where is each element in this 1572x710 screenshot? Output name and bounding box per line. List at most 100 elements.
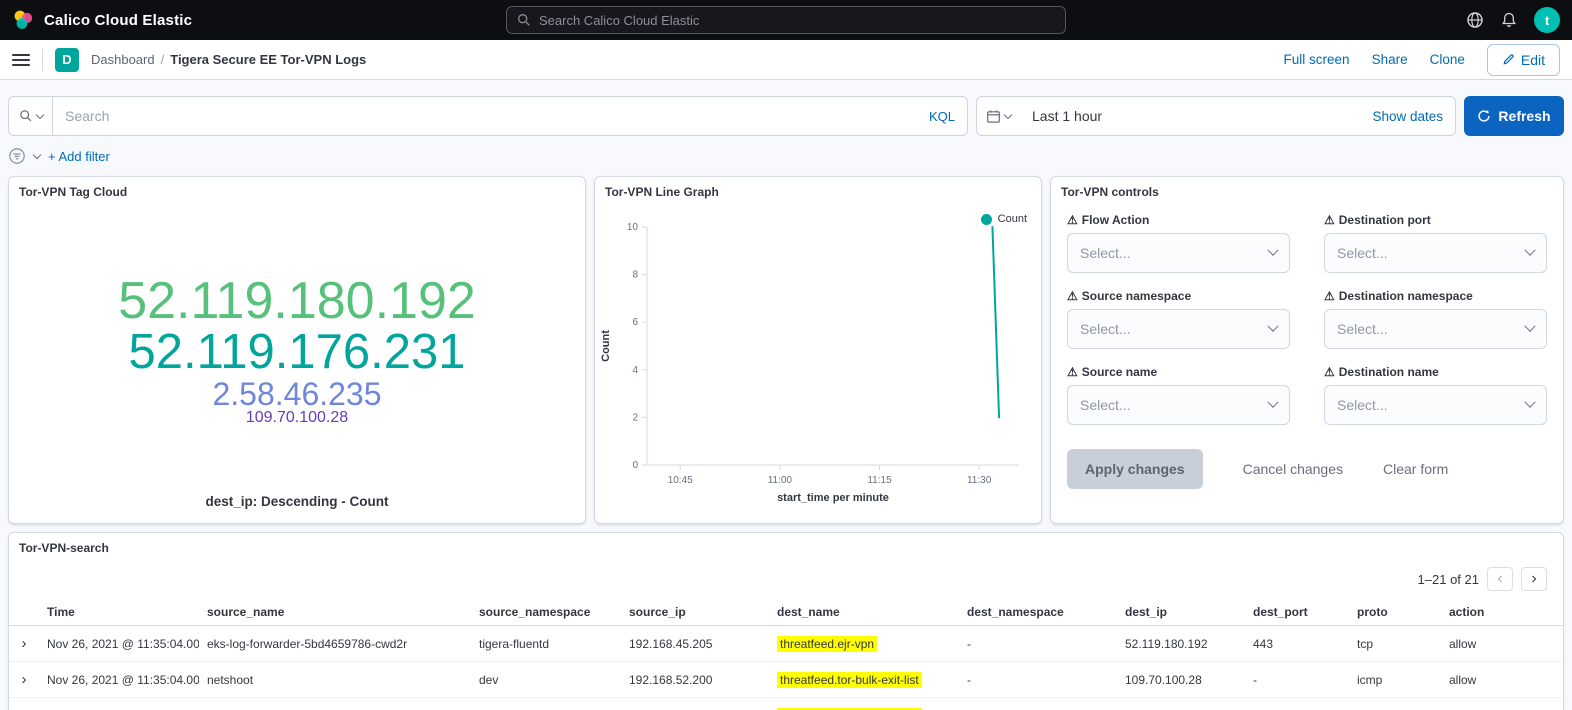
column-header-proto[interactable]: proto [1349, 599, 1441, 626]
select-placeholder: Select... [1337, 397, 1388, 413]
filter-icon[interactable] [8, 147, 26, 165]
page-title: Tigera Secure EE Tor-VPN Logs [170, 52, 366, 67]
cell-proto: icmp [1349, 698, 1441, 710]
filter-bar: + Add filter [8, 146, 1564, 166]
destination-namespace-select[interactable]: Select... [1324, 309, 1547, 349]
destination-name-select[interactable]: Select... [1324, 385, 1547, 425]
menu-icon[interactable] [12, 54, 30, 66]
source-name-select[interactable]: Select... [1067, 385, 1290, 425]
full-screen-button[interactable]: Full screen [1284, 52, 1350, 67]
edit-button[interactable]: Edit [1487, 44, 1560, 76]
dashboard-badge[interactable]: D [55, 48, 79, 72]
table-header-row: Timesource_namesource_namespacesource_ip… [9, 599, 1563, 626]
tag-cloud-term[interactable]: 52.119.176.231 [129, 328, 466, 378]
select-placeholder: Select... [1080, 245, 1131, 261]
cell-dest_name: threatfeed.tor-bulk-exit-list [769, 698, 959, 710]
chevron-down-icon[interactable] [33, 150, 41, 158]
svg-text:11:15: 11:15 [867, 475, 892, 486]
control-field-label-text: Destination name [1339, 365, 1439, 379]
svg-text:11:30: 11:30 [967, 475, 992, 486]
clear-form-button[interactable]: Clear form [1383, 461, 1448, 477]
cancel-changes-button[interactable]: Cancel changes [1243, 461, 1343, 477]
notifications-icon[interactable] [1500, 11, 1518, 29]
pagination-label: 1–21 of 21 [1418, 572, 1479, 587]
globe-icon[interactable] [1466, 11, 1484, 29]
panel-title: Tor-VPN Line Graph [595, 177, 1041, 207]
expand-row-icon[interactable]: › [22, 635, 27, 652]
time-range-value[interactable]: Last 1 hour [1032, 108, 1102, 124]
divider [42, 49, 43, 71]
apply-changes-button[interactable]: Apply changes [1067, 449, 1203, 489]
cell-time: Nov 26, 2021 @ 11:34:54.000 [39, 698, 199, 710]
line-chart-svg[interactable]: 024681010:4511:0011:1511:30start_time pe… [595, 211, 1041, 511]
column-header-action[interactable]: action [1441, 599, 1563, 626]
previous-page-button[interactable]: ‹ [1487, 567, 1513, 591]
clone-button[interactable]: Clone [1430, 52, 1465, 67]
cell-proto: icmp [1349, 662, 1441, 698]
cell-dest_namespace: - [959, 626, 1117, 662]
user-avatar[interactable]: t [1534, 7, 1560, 33]
add-filter-button[interactable]: + Add filter [48, 149, 110, 164]
warning-icon: ⚠ [1067, 366, 1078, 378]
expand-row-icon[interactable]: › [22, 671, 27, 688]
share-button[interactable]: Share [1372, 52, 1408, 67]
flow-action-select[interactable]: Select... [1067, 233, 1290, 273]
source-namespace-select[interactable]: Select... [1067, 309, 1290, 349]
column-header-source_namespace[interactable]: source_namespace [471, 599, 621, 626]
chart-legend[interactable]: Count [981, 213, 1027, 225]
cell-dest_name: threatfeed.ejr-vpn [769, 626, 959, 662]
column-header-dest_name[interactable]: dest_name [769, 599, 959, 626]
panel-title: Tor-VPN controls [1051, 177, 1563, 207]
chevron-down-icon [1524, 245, 1535, 256]
show-dates-button[interactable]: Show dates [1372, 109, 1443, 124]
control-field: ⚠Flow ActionSelect... [1067, 213, 1290, 273]
pencil-icon [1502, 53, 1515, 66]
column-header-dest_port[interactable]: dest_port [1245, 599, 1349, 626]
control-field: ⚠Source namespaceSelect... [1067, 289, 1290, 349]
control-field-label-text: Source name [1082, 365, 1157, 379]
results-table: Timesource_namesource_namespacesource_ip… [9, 599, 1563, 710]
global-search[interactable] [506, 6, 1066, 34]
next-page-button[interactable]: › [1521, 567, 1547, 591]
control-field-label: ⚠Destination namespace [1324, 289, 1547, 303]
elastic-logo[interactable] [12, 9, 34, 31]
column-header-time[interactable]: Time [39, 599, 199, 626]
table-row: ›Nov 26, 2021 @ 11:34:54.000netshootdev1… [9, 698, 1563, 710]
chevron-down-icon [1267, 245, 1278, 256]
control-field-label-text: Source namespace [1082, 289, 1191, 303]
cell-dest_namespace: - [959, 662, 1117, 698]
cell-source_name: netshoot [199, 662, 471, 698]
cell-source_namespace: dev [471, 662, 621, 698]
top-app-bar: Calico Cloud Elastic t [0, 0, 1572, 40]
control-field-label: ⚠ Source name [1067, 365, 1290, 379]
cell-action: allow [1441, 698, 1563, 710]
column-header-dest_ip[interactable]: dest_ip [1117, 599, 1245, 626]
global-search-input[interactable] [539, 13, 1055, 28]
control-field-label-text: Destination port [1339, 213, 1431, 227]
kql-button[interactable]: KQL [929, 109, 955, 124]
warning-icon: ⚠ [1324, 366, 1335, 378]
cell-action: allow [1441, 662, 1563, 698]
query-bar: KQL Last 1 hour Show dates Refresh [8, 96, 1564, 136]
tag-cloud-term[interactable]: 52.119.180.192 [118, 275, 476, 328]
destination-port-select[interactable]: Select... [1324, 233, 1547, 273]
tag-cloud-term[interactable]: 109.70.100.28 [246, 410, 348, 426]
cell-time: Nov 26, 2021 @ 11:35:04.000 [39, 662, 199, 698]
legend-swatch [981, 214, 992, 225]
search-input[interactable] [65, 108, 929, 124]
controls-grid: ⚠Flow ActionSelect... ⚠ Destination port Se… [1067, 213, 1547, 425]
tag-cloud-term[interactable]: 2.58.46.235 [212, 378, 381, 411]
date-picker-menu-button[interactable] [976, 96, 1020, 136]
column-header-dest_namespace[interactable]: dest_namespace [959, 599, 1117, 626]
panel-title: Tor-VPN Tag Cloud [9, 177, 585, 207]
breadcrumb-dashboard[interactable]: Dashboard [91, 52, 155, 67]
cell-source_namespace: dev [471, 698, 621, 710]
controls-panel: Tor-VPN controls ⚠Flow ActionSelect...⚠D… [1050, 176, 1564, 524]
control-field: ⚠ Source name Select... [1067, 365, 1290, 425]
column-header-source_name[interactable]: source_name [199, 599, 471, 626]
refresh-button[interactable]: Refresh [1464, 96, 1564, 136]
search-table-panel: Tor-VPN-search 1–21 of 21 ‹ › Timesource… [8, 532, 1564, 710]
column-header-source_ip[interactable]: source_ip [621, 599, 769, 626]
cell-source_ip: 192.168.45.205 [621, 626, 769, 662]
saved-query-menu-button[interactable] [8, 96, 52, 136]
